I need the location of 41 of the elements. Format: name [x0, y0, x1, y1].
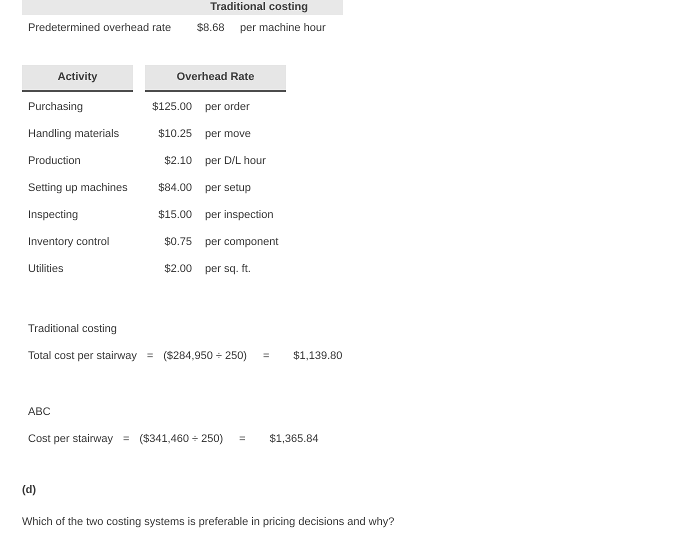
- table-cell-text: per sq. ft.: [205, 262, 251, 278]
- column-header: Activity: [22, 65, 133, 92]
- section-heading: Traditional costing: [28, 322, 118, 337]
- calc-label: Total cost per stairway: [28, 348, 137, 364]
- part-label: (d): [22, 483, 38, 498]
- table-cell-text: Handling materials: [28, 127, 120, 142]
- table-cell-text: Setting up machines: [28, 181, 129, 196]
- table-cell-text: per setup: [205, 181, 251, 196]
- table-cell-text: $10.25: [157, 127, 192, 142]
- table-cell-text: $84.00: [157, 181, 192, 196]
- table-cell-text: Inventory control: [28, 235, 110, 250]
- question-text: Which of the two costing systems is preferable in pricing decisions and why?: [22, 515, 396, 530]
- table-cell-text: $2.00: [163, 262, 192, 278]
- equals-sign: =: [146, 348, 154, 364]
- equals-sign: =: [262, 348, 270, 364]
- calc-formula: ($284,950 ÷ 250): [163, 348, 247, 364]
- calc-result: $1,365.84: [270, 432, 319, 447]
- table-cell-text: Purchasing: [28, 100, 84, 116]
- calc-label: Cost per stairway: [28, 432, 113, 447]
- calc-result: $1,139.80: [293, 348, 342, 364]
- table-cell-text: $125.00: [151, 100, 192, 116]
- section-heading: ABC: [28, 405, 52, 420]
- table-cell-text: per inspection: [205, 208, 274, 224]
- column-header: Traditional costing: [210, 1, 308, 14]
- table-cell-text: per component: [205, 235, 278, 250]
- column-header: Overhead Rate: [145, 65, 286, 92]
- equals-sign: =: [122, 432, 130, 447]
- table-cell-text: $2.10: [163, 154, 192, 170]
- rate-unit: per machine hour: [240, 20, 326, 36]
- table-cell-text: $0.75: [163, 235, 192, 250]
- table-cell-text: Inspecting: [28, 208, 80, 224]
- table-cell-text: per move: [205, 127, 251, 142]
- table-cell-text: $15.00: [157, 208, 192, 224]
- row-label: Predetermined overhead rate: [28, 20, 172, 36]
- calc-formula: ($341,460 ÷ 250): [139, 432, 224, 447]
- table-cell-text: per order: [205, 100, 250, 116]
- equals-sign: =: [239, 432, 246, 447]
- table-cell-text: Production: [28, 154, 82, 170]
- table-cell-text: Utilities: [28, 262, 64, 278]
- rate-amount: $8.68: [197, 20, 226, 36]
- table-cell-text: per D/L hour: [205, 154, 266, 170]
